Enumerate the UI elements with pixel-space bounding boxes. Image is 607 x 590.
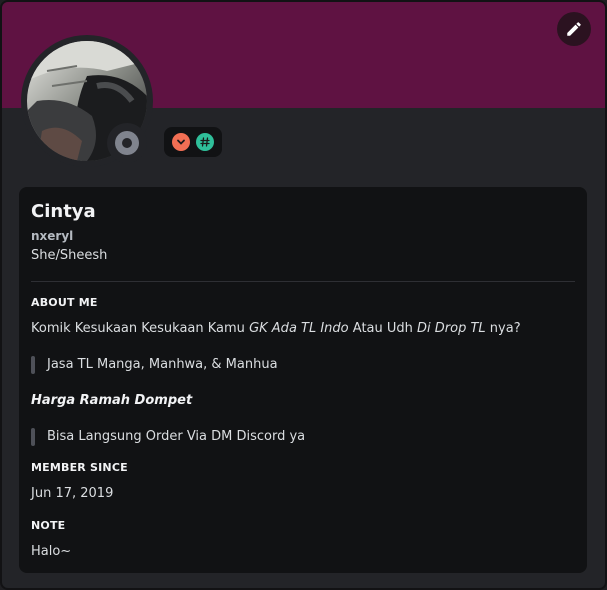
user-profile-modal: Cintya nxeryl She/Sheesh ABOUT ME Komik … xyxy=(0,0,607,590)
hashtag-badge-icon[interactable] xyxy=(196,133,214,151)
profile-badges xyxy=(164,127,222,157)
note-input[interactable] xyxy=(31,543,575,561)
member-since-date: Jun 17, 2019 xyxy=(31,486,114,501)
member-since-title: MEMBER SINCE xyxy=(31,461,128,474)
about-me-quote-2: Bisa Langsung Order Via DM Discord ya xyxy=(31,428,575,446)
chevron-down-badge-icon[interactable] xyxy=(172,133,190,151)
profile-info-card: Cintya nxeryl She/Sheesh ABOUT ME Komik … xyxy=(19,187,587,573)
status-indicator xyxy=(107,123,147,163)
about-me-quote-1: Jasa TL Manga, Manhwa, & Manhua xyxy=(31,356,575,374)
avatar-container[interactable] xyxy=(21,35,153,167)
offline-status-icon xyxy=(115,131,139,155)
username[interactable]: nxeryl xyxy=(31,228,575,244)
display-name: Cintya xyxy=(31,201,96,222)
about-me-bold-line: Harga Ramah Dompet xyxy=(31,393,193,408)
pronouns: She/Sheesh xyxy=(31,248,108,263)
edit-profile-button[interactable] xyxy=(557,12,591,46)
about-me-title: ABOUT ME xyxy=(31,296,98,309)
divider xyxy=(31,281,575,282)
note-title: NOTE xyxy=(31,519,66,532)
pencil-icon xyxy=(567,22,581,36)
about-me-line: Komik Kesukaan Kesukaan Kamu GK Ada TL I… xyxy=(31,321,521,336)
